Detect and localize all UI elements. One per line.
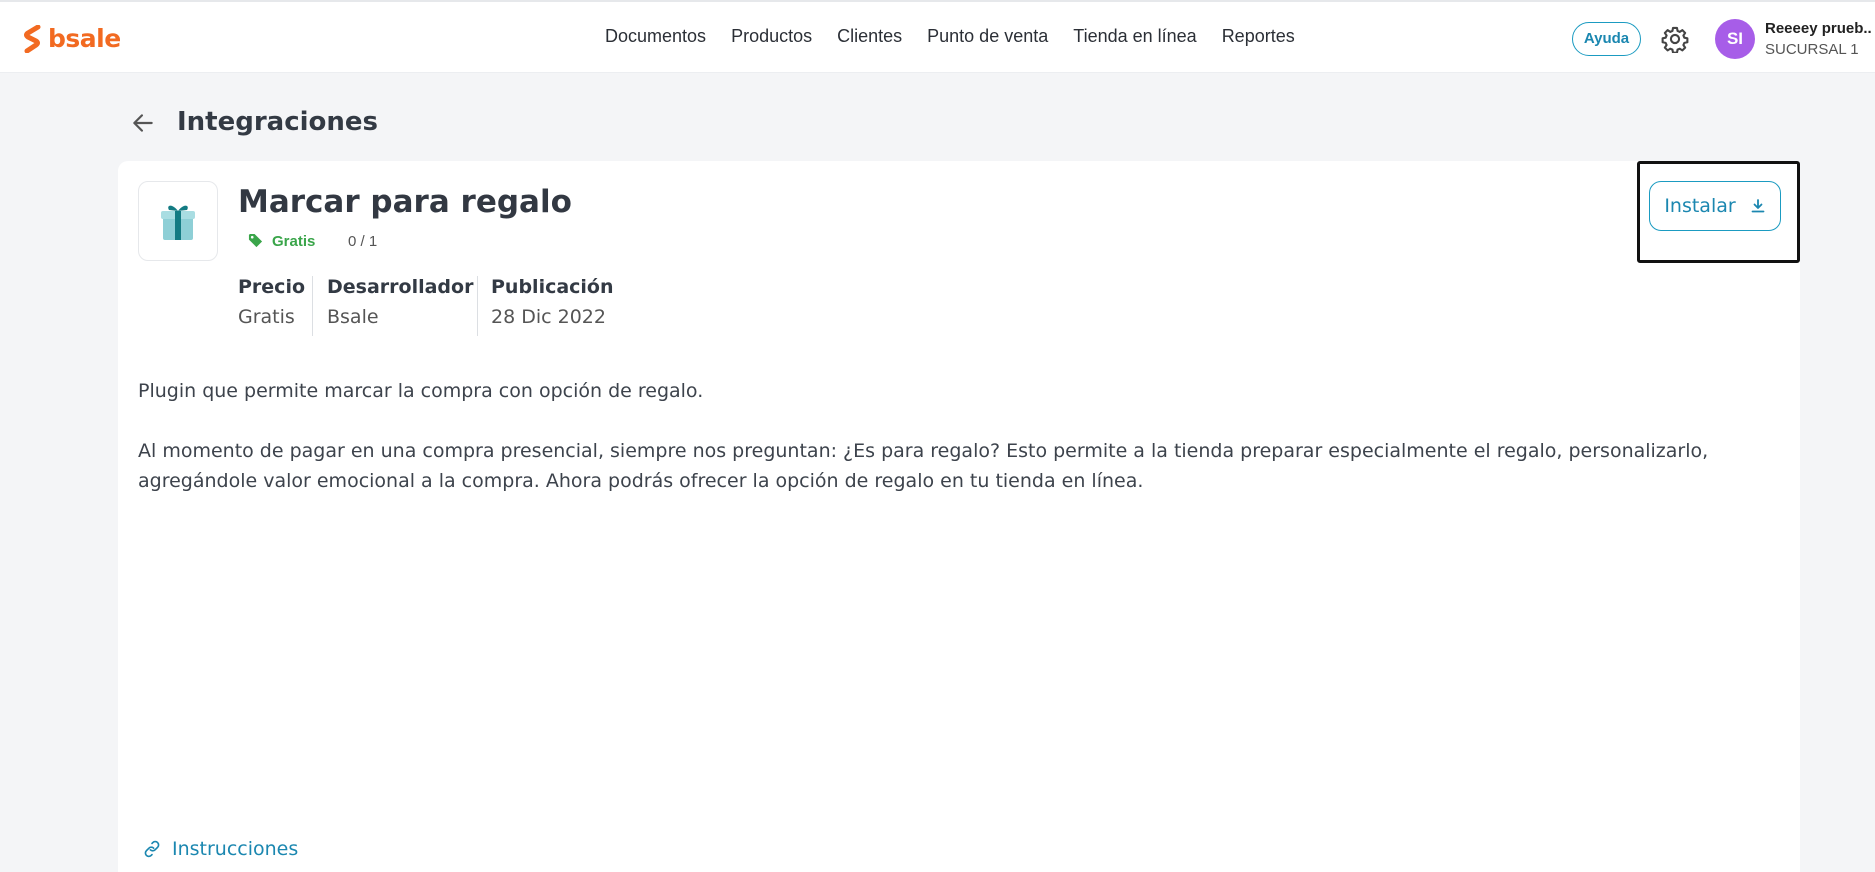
instructions-link[interactable]: Instrucciones xyxy=(142,838,298,860)
meta-value: 28 Dic 2022 xyxy=(491,306,606,328)
user-name[interactable]: Reeeey prueb.. xyxy=(1765,20,1872,37)
description-line: agregándole valor emocional a la compra.… xyxy=(138,470,1144,492)
integration-detail-card xyxy=(118,161,1800,872)
install-count: 0 / 1 xyxy=(348,233,378,250)
avatar[interactable]: SI xyxy=(1715,19,1755,59)
download-icon xyxy=(1751,199,1765,213)
meta-value: Gratis xyxy=(238,306,295,328)
nav-punto-de-venta[interactable]: Punto de venta xyxy=(927,26,1048,47)
branch-name: SUCURSAL 1 xyxy=(1765,41,1859,58)
gift-icon xyxy=(161,205,195,240)
gear-icon[interactable] xyxy=(1661,25,1689,53)
install-label: Instalar xyxy=(1664,195,1736,217)
divider xyxy=(312,276,313,336)
logo-text: bsale xyxy=(48,24,121,53)
nav-reportes[interactable]: Reportes xyxy=(1222,26,1295,47)
nav-productos[interactable]: Productos xyxy=(731,26,812,47)
meta-label: Desarrollador xyxy=(327,276,474,298)
app-title: Marcar para regalo xyxy=(238,184,572,220)
description-intro: Plugin que permite marcar la compra con … xyxy=(138,380,704,402)
instructions-label: Instrucciones xyxy=(172,838,299,860)
app-icon xyxy=(138,181,218,261)
price-tag-icon xyxy=(248,233,263,248)
nav-clientes[interactable]: Clientes xyxy=(837,26,902,47)
bsale-logo[interactable]: bsale xyxy=(24,24,121,53)
nav-documentos[interactable]: Documentos xyxy=(605,26,706,47)
meta-published: Publicación 28 Dic 2022 xyxy=(491,276,614,336)
top-navbar: bsale Documentos Productos Clientes Punt… xyxy=(0,0,1875,73)
meta-label: Publicación xyxy=(491,276,614,298)
nav-tienda-en-linea[interactable]: Tienda en línea xyxy=(1073,26,1196,47)
link-icon xyxy=(144,840,160,858)
meta-price: Precio Gratis xyxy=(238,276,305,336)
divider xyxy=(477,276,478,336)
back-arrow-icon[interactable] xyxy=(130,110,156,136)
description-line: Al momento de pagar en una compra presen… xyxy=(138,440,1709,462)
main-nav: Documentos Productos Clientes Punto de v… xyxy=(605,26,1320,47)
bsale-logo-icon xyxy=(24,24,41,53)
meta-developer: Desarrollador Bsale xyxy=(327,276,473,336)
help-button[interactable]: Ayuda xyxy=(1572,22,1641,56)
install-button[interactable]: Instalar xyxy=(1649,181,1781,231)
meta-value: Bsale xyxy=(327,306,379,328)
page-title: Integraciones xyxy=(177,107,379,137)
free-tag: Gratis xyxy=(272,233,316,250)
meta-label: Precio xyxy=(238,276,306,298)
